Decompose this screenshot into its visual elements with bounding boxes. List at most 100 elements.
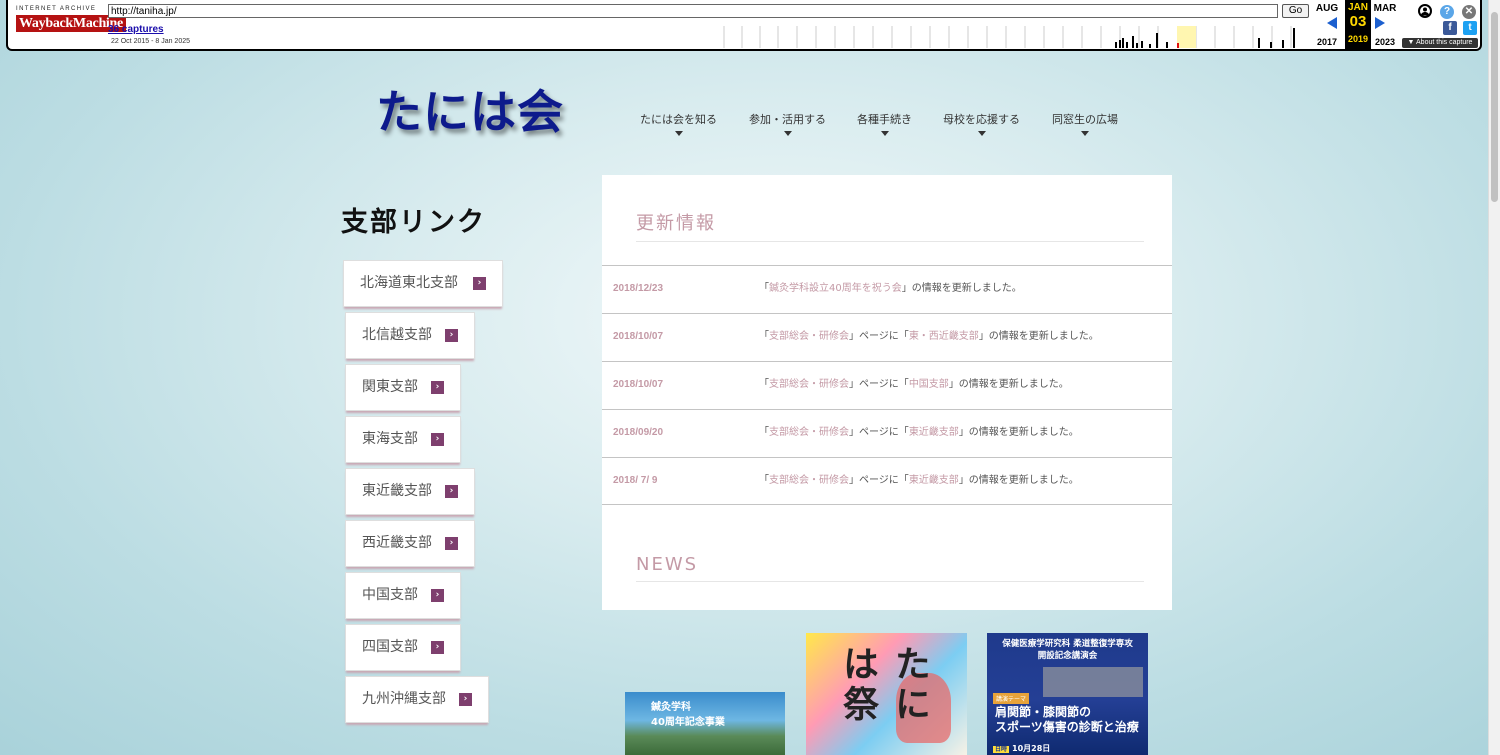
branch-link-label: 関東支部 xyxy=(362,379,418,395)
chevron-right-icon: › xyxy=(431,589,444,602)
branch-link-tokai[interactable]: 東海支部 › xyxy=(345,416,461,463)
banner-taniha-festival[interactable]: たには祭 xyxy=(806,633,967,755)
banner-date: 日時 10月28日 xyxy=(993,743,1050,754)
banner-main-line: スポーツ傷害の診断と治療 xyxy=(995,720,1139,734)
update-link[interactable]: 東近畿支部 xyxy=(909,427,959,438)
banner-heading-line: 開設記念講演会 xyxy=(1037,651,1098,661)
update-link[interactable]: 鍼灸学科設立40周年を祝う会 xyxy=(769,283,902,294)
wayback-prev-year[interactable]: 2017 xyxy=(1312,37,1342,47)
chevron-right-icon: › xyxy=(473,277,486,290)
banner-main-line: 肩関節・膝関節の xyxy=(995,705,1092,719)
update-text: 「鍼灸学科設立40周年を祝う会」の情報を更新しました。 xyxy=(759,266,1022,312)
update-text: 「支部総会・研修会」ページに「東近畿支部」の情報を更新しました。 xyxy=(759,458,1079,504)
update-link[interactable]: 支部総会・研修会 xyxy=(769,331,849,342)
branch-link-east-kinki[interactable]: 東近畿支部 › xyxy=(345,468,475,515)
nav-item-participate[interactable]: 参加・活用する xyxy=(749,111,826,136)
wayback-current-month: JAN xyxy=(1347,2,1368,13)
chevron-right-icon: › xyxy=(431,381,444,394)
update-text: 「支部総会・研修会」ページに「東・西近畿支部」の情報を更新しました。 xyxy=(759,314,1099,360)
scrollbar-thumb[interactable] xyxy=(1491,12,1498,202)
wayback-logo-top: INTERNET ARCHIVE xyxy=(16,6,97,12)
update-link[interactable]: 中国支部 xyxy=(909,379,949,390)
banner-title: たには祭 xyxy=(837,645,931,725)
update-link[interactable]: 支部総会・研修会 xyxy=(769,379,849,390)
branch-link-label: 西近畿支部 xyxy=(362,535,432,551)
wayback-facebook-icon[interactable]: f xyxy=(1443,21,1457,35)
branch-link-label: 東近畿支部 xyxy=(362,483,432,499)
branch-link-label: 九州沖縄支部 xyxy=(362,691,446,707)
update-link[interactable]: 東近畿支部 xyxy=(909,475,959,486)
banner-heading-line: 保健医療学研究科 柔道整復学専攻 xyxy=(1002,639,1133,649)
wayback-prev-arrow-icon[interactable] xyxy=(1327,17,1337,29)
branch-link-hokkaido-tohoku[interactable]: 北海道東北支部 › xyxy=(343,260,503,307)
branch-link-west-kinki[interactable]: 西近畿支部 › xyxy=(345,520,475,567)
update-text-part: 」の情報を更新しました。 xyxy=(948,379,1069,390)
wayback-current-date: JAN 03 2019 xyxy=(1345,0,1371,49)
wayback-next-month[interactable]: MAR xyxy=(1370,3,1400,14)
caret-down-icon xyxy=(1081,131,1089,136)
update-row: 2018/12/23 「鍼灸学科設立40周年を祝う会」の情報を更新しました。 xyxy=(602,265,1172,313)
update-text-part: 」の情報を更新しました。 xyxy=(958,475,1079,486)
wayback-current-year: 2019 xyxy=(1347,34,1369,44)
wayback-sparkline[interactable] xyxy=(720,24,1304,48)
nav-item-support[interactable]: 母校を応援する xyxy=(943,111,1020,136)
wayback-current-day: 03 xyxy=(1349,13,1367,30)
nav-item-label: 参加・活用する xyxy=(749,113,826,126)
update-link[interactable]: 支部総会・研修会 xyxy=(769,475,849,486)
wayback-captures-link[interactable]: 36 captures xyxy=(108,24,164,35)
wayback-about-button[interactable]: ▼ About this capture xyxy=(1402,38,1478,48)
wayback-twitter-icon[interactable]: t xyxy=(1463,21,1477,35)
branch-link-label: 東海支部 xyxy=(362,431,418,447)
nav-item-label: 母校を応援する xyxy=(943,113,1020,126)
branch-link-hokushinetsu[interactable]: 北信越支部 › xyxy=(345,312,475,359)
wayback-logo[interactable]: INTERNET ARCHIVE WaybackMachine xyxy=(16,6,126,42)
caret-down-icon xyxy=(674,131,683,136)
banner-tag: 講演テーマ xyxy=(993,693,1030,704)
banner-lecture[interactable]: 保健医療学研究科 柔道整復学専攻 開設記念講演会 講演テーマ 肩関節・膝関節の … xyxy=(987,633,1148,755)
branch-link-chugoku[interactable]: 中国支部 › xyxy=(345,572,461,619)
caret-down-icon xyxy=(977,131,986,136)
chevron-right-icon: › xyxy=(445,329,458,342)
site-logo[interactable]: たには会 xyxy=(376,76,564,142)
update-text-part: 」ページに「 xyxy=(849,379,909,390)
wayback-next-arrow-icon[interactable] xyxy=(1375,17,1385,29)
update-text-part: 「 xyxy=(759,379,769,390)
wayback-url-input[interactable] xyxy=(108,4,1278,18)
branch-link-shikoku[interactable]: 四国支部 › xyxy=(345,624,461,671)
banner-heading: 保健医療学研究科 柔道整復学専攻 開設記念講演会 xyxy=(987,638,1148,662)
branch-link-kanto[interactable]: 関東支部 › xyxy=(345,364,461,411)
chevron-right-icon: › xyxy=(431,641,444,654)
update-date: 2018/10/07 xyxy=(613,331,664,342)
banner-main: 肩関節・膝関節の スポーツ傷害の診断と治療 xyxy=(995,705,1139,735)
update-text-part: 」ページに「 xyxy=(849,331,909,342)
banner-acupuncture-40th[interactable]: 鍼灸学科 40周年記念事業 xyxy=(625,692,785,755)
branch-links-title: 支部リンク xyxy=(341,207,486,238)
wayback-date-range: 22 Oct 2015 - 8 Jan 2025 xyxy=(111,38,190,45)
update-text: 「支部総会・研修会」ページに「東近畿支部」の情報を更新しました。 xyxy=(759,410,1079,456)
update-text: 「支部総会・研修会」ページに「中国支部」の情報を更新しました。 xyxy=(759,362,1069,408)
wayback-help-icon[interactable]: ? xyxy=(1440,5,1454,19)
update-row: 2018/10/07 「支部総会・研修会」ページに「東・西近畿支部」の情報を更新… xyxy=(602,313,1172,361)
update-text-part: 「 xyxy=(759,475,769,486)
wayback-next-year[interactable]: 2023 xyxy=(1370,37,1400,47)
nav-item-procedures[interactable]: 各種手続き xyxy=(857,111,912,136)
nav-item-about[interactable]: たには会を知る xyxy=(640,111,717,136)
branch-link-label: 北信越支部 xyxy=(362,327,432,343)
banner-date-value: 10月28日 xyxy=(1012,744,1051,753)
wayback-account-icon[interactable] xyxy=(1418,4,1432,18)
update-link[interactable]: 東・西近畿支部 xyxy=(909,331,979,342)
wayback-close-icon[interactable]: ✕ xyxy=(1462,5,1476,19)
update-text-part: 」の情報を更新しました。 xyxy=(978,331,1099,342)
wayback-prev-month[interactable]: AUG xyxy=(1312,3,1342,14)
banner-line: 40周年記念事業 xyxy=(651,717,725,728)
caret-down-icon xyxy=(880,131,889,136)
wayback-go-button[interactable]: Go xyxy=(1282,4,1309,18)
nav-item-alumni[interactable]: 同窓生の広場 xyxy=(1052,111,1118,136)
branch-link-kyushu-okinawa[interactable]: 九州沖縄支部 › xyxy=(345,676,489,723)
page-scrollbar[interactable] xyxy=(1488,0,1500,755)
update-row: 2018/09/20 「支部総会・研修会」ページに「東近畿支部」の情報を更新しま… xyxy=(602,409,1172,457)
update-text-part: 」の情報を更新しました。 xyxy=(958,427,1079,438)
banner-text: 鍼灸学科 40周年記念事業 xyxy=(633,700,725,730)
update-link[interactable]: 支部総会・研修会 xyxy=(769,427,849,438)
update-text-part: 」の情報を更新しました。 xyxy=(901,283,1022,294)
